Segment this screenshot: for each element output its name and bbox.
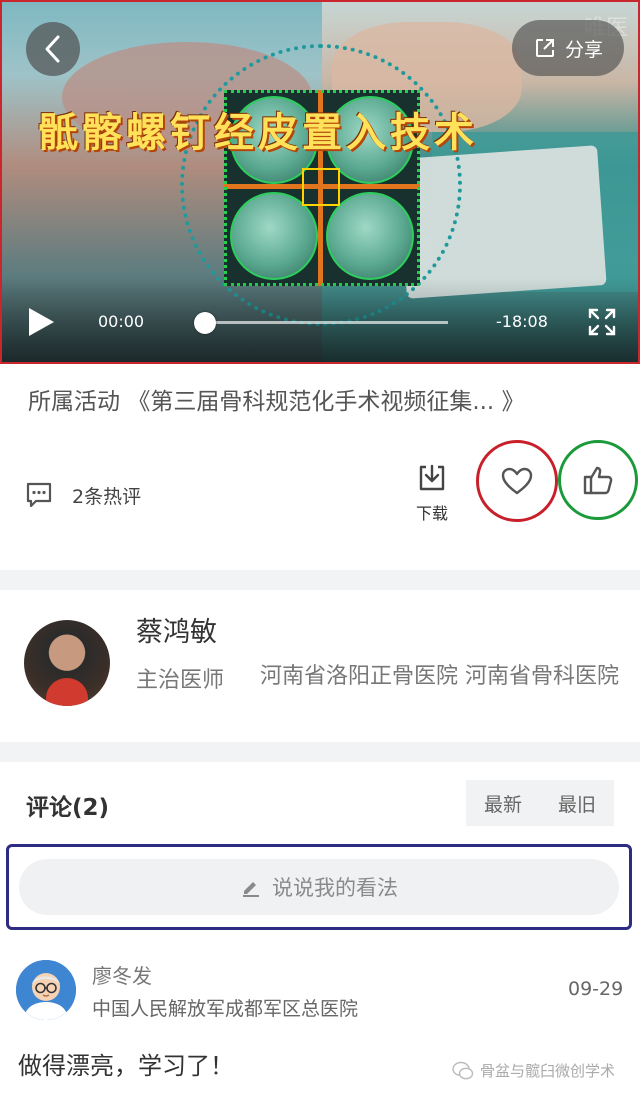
heart-icon — [501, 467, 533, 495]
doctor-avatar-icon — [16, 960, 76, 1020]
activity-name: 《第三届骨科规范化手术视频征集... — [127, 389, 495, 415]
comment-input-frame: 说说我的看法 — [6, 844, 632, 930]
hot-comments-link[interactable]: 2条热评 — [24, 480, 141, 510]
sort-oldest-tab[interactable]: 最旧 — [558, 790, 596, 817]
activity-line[interactable]: 所属活动 《第三届骨科规范化手术视频征集... 》 — [28, 382, 618, 416]
comment-text: 做得漂亮，学习了！ — [18, 1052, 234, 1080]
download-icon — [419, 464, 445, 491]
share-icon — [535, 39, 554, 57]
comment-icon — [26, 482, 52, 508]
wechat-icon — [452, 1061, 474, 1079]
video-controls: 00:00 -18:08 — [2, 278, 638, 362]
progress-track[interactable] — [202, 321, 448, 324]
author-title: 主治医师 — [136, 668, 225, 693]
section-divider — [0, 742, 640, 762]
sort-newest-tab[interactable]: 最新 — [484, 790, 522, 817]
like-button[interactable] — [558, 440, 638, 520]
comment-item: 廖冬发 09-29 中国人民解放军成都军区总医院 做得漂亮，学习了！ 骨盆与髋臼… — [0, 950, 640, 1100]
commenter-organization: 中国人民解放军成都军区总医院 — [92, 998, 359, 1020]
progress-thumb[interactable] — [194, 312, 216, 334]
share-button[interactable]: 分享 — [512, 20, 624, 76]
thumbs-up-icon — [583, 466, 613, 495]
activity-suffix: 》 — [501, 389, 525, 415]
comments-header: 评论(2) 最新 最旧 — [0, 766, 640, 836]
video-title-overlay: 骶髂螺钉经皮置入技术 — [38, 109, 478, 156]
play-icon[interactable] — [26, 306, 56, 338]
author-organization: 河南省洛阳正骨医院 河南省骨科医院 — [260, 664, 619, 689]
favorite-button[interactable] — [476, 440, 558, 522]
comment-input[interactable]: 说说我的看法 — [19, 859, 619, 915]
fullscreen-icon[interactable] — [586, 306, 618, 338]
commenter-avatar[interactable] — [16, 960, 76, 1020]
section-divider — [0, 570, 640, 590]
chevron-left-icon — [45, 35, 60, 63]
hot-comments-count: 2条热评 — [72, 485, 142, 508]
current-time: 00:00 — [98, 312, 145, 331]
sort-tabs: 最新 最旧 — [466, 780, 614, 826]
action-bar: 2条热评 下载 — [0, 430, 640, 570]
comments-heading: 评论(2) — [26, 795, 110, 821]
share-label: 分享 — [564, 38, 603, 61]
download-button[interactable]: 下载 — [410, 462, 454, 524]
wechat-watermark: 骨盆与髋臼微创学术 — [452, 1060, 615, 1081]
author-name: 蔡鸿敏 — [136, 617, 217, 648]
comment-input-placeholder: 说说我的看法 — [272, 876, 398, 900]
back-button[interactable] — [26, 22, 80, 76]
author-avatar[interactable] — [24, 620, 110, 706]
video-player[interactable]: 骶髂螺钉经皮置入技术 唯医 分享 00:00 -18:08 — [0, 0, 640, 364]
comment-date: 09-29 — [568, 978, 624, 1000]
commenter-name: 廖冬发 — [92, 964, 152, 988]
activity-prefix: 所属活动 — [28, 389, 120, 415]
download-label: 下载 — [415, 504, 448, 523]
pencil-icon — [243, 882, 259, 897]
remaining-time: -18:08 — [496, 312, 548, 331]
wechat-watermark-text: 骨盆与髋臼微创学术 — [480, 1062, 616, 1080]
author-card[interactable]: 蔡鸿敏 主治医师 河南省洛阳正骨医院 河南省骨科医院 — [0, 590, 640, 740]
